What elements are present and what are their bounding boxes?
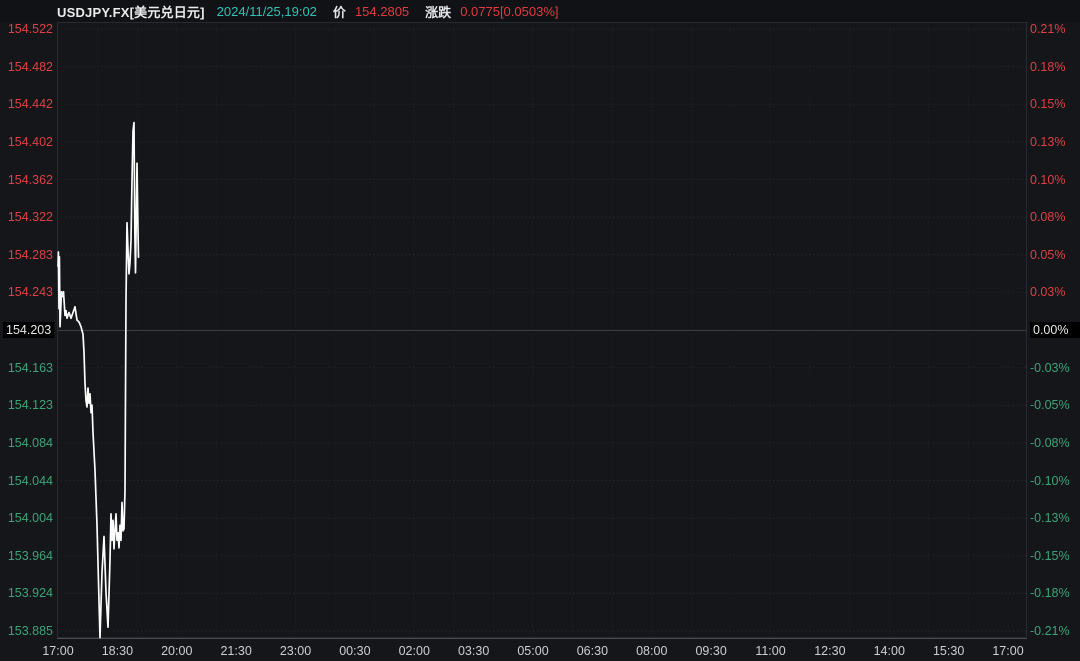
price-line: [57, 121, 140, 639]
price-chart-plot[interactable]: [0, 0, 1080, 661]
chart-window: USDJPY.FX[美元兑日元] 2024/11/25,19:02 价 154.…: [0, 0, 1080, 661]
